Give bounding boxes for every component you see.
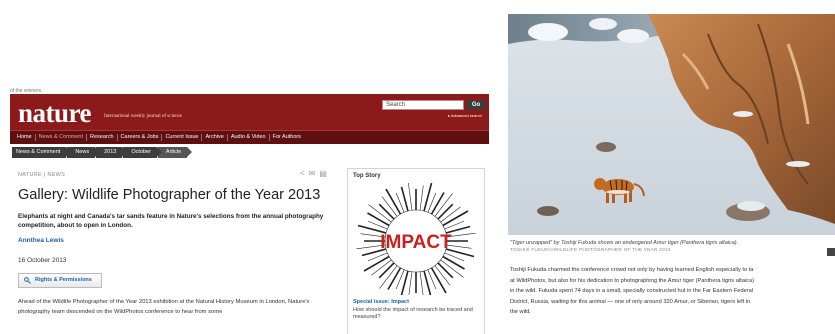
search-input[interactable]: Search (382, 100, 464, 110)
impact-word: IMPACT (380, 232, 452, 253)
nav-item-home[interactable]: Home (14, 134, 36, 141)
gallery-screenshot: "Tiger unzapped" by Toshiji Fukuda shows… (500, 0, 835, 334)
body-line: in the wild. Fukuda spent 74 days in a s… (510, 288, 754, 294)
nav-item-for-authors[interactable]: For Authors (270, 134, 304, 141)
gallery-body-text: Toshiji Fukuda charmed the conference cr… (510, 265, 835, 318)
nav-item-archive[interactable]: Archive (202, 134, 228, 141)
publish-date: 16 October 2013 (18, 257, 67, 264)
tagline: International weekly journal of science (104, 114, 183, 119)
author-link[interactable]: Annthea Lewis (18, 237, 64, 244)
rights-permissions-label: Rights & Permissions (35, 277, 92, 283)
print-icon[interactable]: ▤ (319, 170, 327, 178)
nature-article-screenshot: of the winners. nature International wee… (10, 88, 489, 334)
key-icon (24, 277, 31, 284)
article-standfirst: Elephants at night and Canada's tar sand… (18, 213, 324, 229)
breadcrumb: News & Comment News 2013 October Article (12, 147, 193, 158)
body-line: District, Russia, waiting for this anima… (510, 298, 751, 305)
impact-illustration[interactable]: IMPACT (351, 183, 481, 295)
article-body: Ahead of the Wildlife Photographer of th… (18, 299, 310, 315)
breadcrumb-item[interactable]: October (123, 147, 162, 158)
nav-item-current-issue[interactable]: Current Issue (162, 134, 203, 141)
photo-caption: "Tiger unzapped" by Toshiji Fukuda shows… (510, 240, 739, 246)
top-story-label: Top Story (353, 173, 381, 179)
masthead: nature International weekly journal of s… (10, 94, 489, 130)
rights-permissions-button[interactable]: Rights & Permissions (18, 273, 102, 288)
nav-item-research[interactable]: Research (87, 134, 118, 141)
share-tools: < ✉ ▤ (300, 170, 327, 178)
email-icon[interactable]: ✉ (309, 170, 316, 178)
tiger-photo[interactable] (508, 14, 835, 235)
nav-item-audio-video[interactable]: Audio & Video (228, 134, 270, 141)
search-go-button[interactable]: Go (467, 100, 485, 110)
advanced-search-link[interactable]: ▸ Advanced search (448, 113, 482, 118)
top-story-panel: Top Story IMPACT Special issue: Impact H… (347, 168, 485, 334)
body-line: at WildPhotos, but also for his dedicati… (510, 277, 755, 284)
divider (489, 0, 500, 334)
body-line: Toshiji Fukuda charmed the conference cr… (510, 267, 754, 273)
breadcrumb-item[interactable]: News (67, 147, 100, 158)
expand-icon[interactable] (827, 248, 835, 256)
photo-credit: TOSHIJI FUKUDA/WILDLIFE PHOTOGRAPHER OF … (510, 248, 671, 253)
nav-item-careers-jobs[interactable]: Careers & Jobs (118, 134, 163, 141)
breadcrumb-item: Article (157, 147, 193, 158)
article-title: Gallery: Wildlife Photographer of the Ye… (18, 187, 321, 203)
nature-logo[interactable]: nature (18, 100, 92, 127)
section-label: NATURE | NEWS (18, 172, 66, 178)
breadcrumb-item[interactable]: News & Comment (12, 147, 72, 158)
special-issue-link[interactable]: Special issue: Impact (353, 299, 409, 305)
special-issue-description: How should the impact of research be tra… (353, 307, 473, 320)
body-line: the wild. (510, 309, 531, 315)
nav-item-news-comment[interactable]: News & Comment (36, 134, 87, 141)
main-nav: Home News & Comment Research Careers & Jobs… (10, 130, 489, 144)
share-icon[interactable]: < (300, 170, 305, 178)
